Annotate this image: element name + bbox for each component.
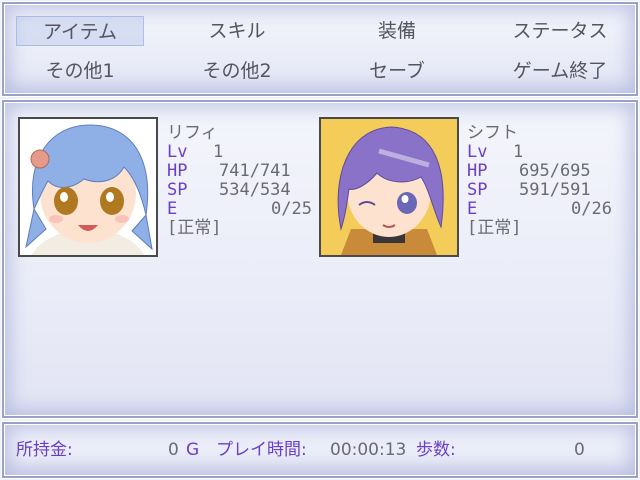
hp-value: 695/695 (519, 161, 591, 181)
portrait-shift[interactable] (319, 117, 459, 257)
member-name: シフト (467, 123, 518, 143)
e-label: E (167, 199, 178, 219)
e-label: E (467, 199, 478, 219)
play-time-value: 00:00:13 (330, 440, 407, 460)
state-value: [正常] (467, 218, 522, 238)
sp-label: SP (467, 180, 488, 200)
menu-item-status[interactable]: ステータス (490, 16, 630, 46)
lv-value: 1 (213, 142, 224, 162)
menu-item-quit-game[interactable]: ゲーム終了 (490, 56, 630, 86)
hp-value: 741/741 (219, 161, 291, 181)
gold-value: 0 (168, 440, 179, 460)
lv-label: Lv (167, 142, 188, 162)
command-menu-window: アイテム スキル 装備 ステータス その他1 その他2 セーブ ゲーム終了 (1, 1, 639, 97)
play-time-label: プレイ時間: (216, 440, 307, 460)
gold-time-steps-window: 所持金: 0 G プレイ時間: 00:00:13 歩数: 0 (1, 421, 639, 479)
menu-item-items[interactable]: アイテム (16, 16, 144, 46)
sp-value: 591/591 (519, 180, 591, 200)
menu-item-other1[interactable]: その他1 (16, 56, 144, 86)
state-value: [正常] (167, 218, 222, 238)
sp-value: 534/534 (219, 180, 291, 200)
e-value: 0/26 (571, 199, 612, 219)
portrait-riffy[interactable] (18, 117, 158, 257)
gold-unit: G (186, 440, 200, 460)
sp-label: SP (167, 180, 188, 200)
steps-label: 歩数: (416, 440, 456, 460)
menu-item-other2[interactable]: その他2 (172, 56, 302, 86)
lv-value: 1 (513, 142, 524, 162)
member-stats-riffy: リフィ Lv 1 HP 741/741 SP 534/534 E 0/25 [正常] (167, 124, 312, 238)
menu-item-skills[interactable]: スキル (172, 16, 302, 46)
portrait-riffy-art (20, 119, 156, 255)
menu-item-equipment[interactable]: 装備 (332, 16, 462, 46)
e-value: 0/25 (271, 199, 312, 219)
party-status-window: リフィ Lv 1 HP 741/741 SP 534/534 E 0/25 [正常] シ… (1, 99, 639, 419)
hp-label: HP (167, 161, 188, 181)
hp-label: HP (467, 161, 488, 181)
steps-value: 0 (574, 440, 585, 460)
member-stats-shift: シフト Lv 1 HP 695/695 SP 591/591 E 0/26 [正常] (467, 124, 612, 238)
menu-item-save[interactable]: セーブ (332, 56, 462, 86)
portrait-shift-art (321, 119, 457, 255)
gold-label: 所持金: (16, 440, 73, 460)
lv-label: Lv (467, 142, 488, 162)
member-name: リフィ (167, 123, 218, 143)
